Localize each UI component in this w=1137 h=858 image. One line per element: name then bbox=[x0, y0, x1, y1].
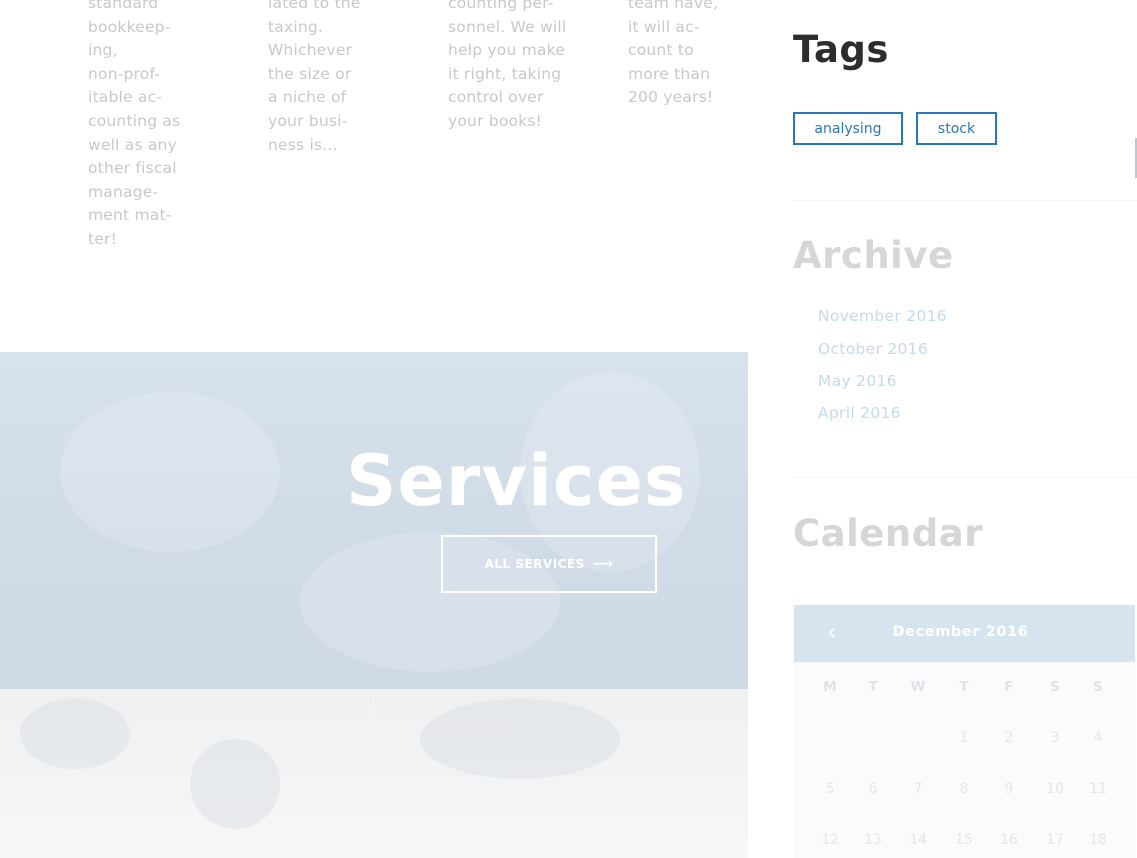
calendar-day[interactable]: 1 bbox=[942, 730, 986, 746]
column-text-2: lated to the taxing. Whichever the size … bbox=[268, 0, 361, 154]
all-services-button[interactable]: ALL SERVICES ⟶ bbox=[441, 535, 657, 593]
image-decoration bbox=[420, 699, 620, 779]
archive-link-october-2016[interactable]: October 2016 bbox=[818, 340, 928, 358]
tag-analysing[interactable]: analysing bbox=[793, 112, 903, 145]
calendar-day[interactable]: 12 bbox=[808, 832, 852, 848]
weekday-label: F bbox=[1004, 679, 1014, 695]
column-text-3: counting per- sonnel. We will help you m… bbox=[448, 0, 567, 130]
tag-stock[interactable]: stock bbox=[916, 112, 997, 145]
image-decoration bbox=[190, 739, 280, 829]
calendar-day[interactable]: 7 bbox=[896, 781, 940, 797]
archive-link-november-2016[interactable]: November 2016 bbox=[818, 307, 947, 325]
tags-heading: Tags bbox=[793, 28, 889, 71]
calendar-day[interactable]: 11 bbox=[1076, 781, 1120, 797]
calendar-month-label: December 2016 bbox=[892, 624, 1029, 640]
calendar-day[interactable]: 3 bbox=[1033, 730, 1077, 746]
calendar-day[interactable]: 5 bbox=[808, 781, 852, 797]
calendar-day[interactable]: 18 bbox=[1076, 832, 1120, 848]
weekday-label: S bbox=[1050, 679, 1060, 695]
column-text-4: team have, it will ac- count to more tha… bbox=[628, 0, 719, 107]
calendar-day[interactable]: 2 bbox=[987, 730, 1031, 746]
calendar-day[interactable]: 6 bbox=[851, 781, 895, 797]
calendar-day[interactable]: 9 bbox=[987, 781, 1031, 797]
hero-decoration-shape bbox=[60, 392, 280, 552]
lower-image-area bbox=[0, 689, 748, 858]
weekday-label: W bbox=[910, 679, 926, 695]
archive-link-may-2016[interactable]: May 2016 bbox=[818, 372, 897, 390]
calendar-day[interactable]: 16 bbox=[987, 832, 1031, 848]
calendar-day[interactable]: 10 bbox=[1033, 781, 1077, 797]
image-decoration bbox=[20, 699, 130, 769]
column-text-1: standard bookkeep- ing, non-prof- itable… bbox=[88, 0, 181, 248]
weekday-label: M bbox=[823, 679, 837, 695]
services-title: Services bbox=[346, 440, 687, 522]
arrow-right-icon: ⟶ bbox=[592, 556, 614, 572]
calendar-day[interactable]: 4 bbox=[1076, 730, 1120, 746]
weekday-label: S bbox=[1093, 679, 1103, 695]
calendar-grid: M T W T F S S 1 2 3 4 5 6 7 8 9 10 11 12… bbox=[794, 662, 1135, 858]
archive-link-april-2016[interactable]: April 2016 bbox=[818, 404, 901, 422]
calendar-heading: Calendar bbox=[793, 512, 983, 555]
calendar-day[interactable]: 17 bbox=[1033, 832, 1077, 848]
calendar-day[interactable]: 13 bbox=[851, 832, 895, 848]
calendar-header: ‹ December 2016 bbox=[794, 605, 1135, 662]
sidebar-separator bbox=[793, 200, 1137, 201]
sidebar-separator bbox=[793, 477, 1137, 478]
image-divider bbox=[373, 689, 374, 858]
calendar-day[interactable]: 15 bbox=[942, 832, 986, 848]
weekday-label: T bbox=[868, 679, 878, 695]
all-services-label: ALL SERVICES bbox=[484, 557, 585, 571]
calendar-day[interactable]: 8 bbox=[942, 781, 986, 797]
archive-heading: Archive bbox=[793, 234, 954, 277]
weekday-label: T bbox=[959, 679, 969, 695]
calendar-day[interactable]: 14 bbox=[896, 832, 940, 848]
